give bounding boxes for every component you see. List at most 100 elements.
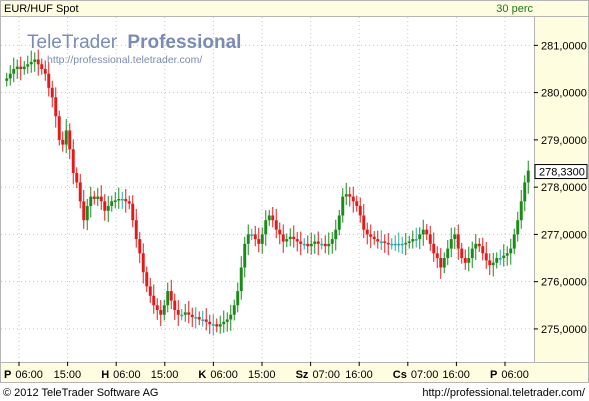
candle-body xyxy=(99,196,103,202)
candle-body xyxy=(33,59,37,62)
candle-body xyxy=(365,229,369,235)
candle-body xyxy=(239,267,243,292)
last-price-label: 278,3300 xyxy=(539,167,585,179)
x-tick-time: 15:00 xyxy=(54,369,82,381)
candle-body xyxy=(243,243,247,268)
candle-body xyxy=(470,248,474,259)
candle-body xyxy=(379,241,383,243)
candle-body xyxy=(47,73,51,88)
x-tick-label: Sz 07:00 xyxy=(296,369,340,381)
x-tick-time: 07:00 xyxy=(312,369,340,381)
x-tick-time: 16:00 xyxy=(442,369,470,381)
candle-body xyxy=(498,258,502,260)
candle-body xyxy=(113,200,117,202)
candle-body xyxy=(306,243,310,247)
x-tick-label: P 06:00 xyxy=(4,369,43,381)
candle-body xyxy=(141,253,145,273)
candle-body xyxy=(386,242,390,245)
chart-frame: EUR/HUF Spot 30 perc TeleTrader Professi… xyxy=(0,0,589,401)
x-tick-label: 16:00 xyxy=(345,369,373,381)
candle-body xyxy=(313,241,317,244)
candle-body xyxy=(456,234,460,249)
candle-body xyxy=(281,234,285,242)
candle-body xyxy=(257,239,261,244)
candle-body xyxy=(288,236,292,240)
watermark-title: TeleTrader Professional xyxy=(27,32,241,53)
candle-body xyxy=(362,215,366,230)
interval-label: 30 perc xyxy=(496,3,533,15)
candle-body xyxy=(295,239,299,242)
candle-body xyxy=(477,243,481,247)
candle-body xyxy=(267,215,271,221)
candle-body xyxy=(236,291,240,306)
candle-body xyxy=(488,260,492,266)
candle-body xyxy=(302,243,306,246)
x-tick-day: K xyxy=(198,369,206,381)
x-tick-day: H xyxy=(101,369,109,381)
candle-body xyxy=(145,272,149,287)
candle-body xyxy=(260,234,264,244)
candle-body xyxy=(173,300,177,311)
candle-body xyxy=(197,317,201,320)
x-tick-day: P xyxy=(4,369,11,381)
candle-body xyxy=(50,87,54,98)
candle-body xyxy=(264,220,268,235)
candle-body xyxy=(274,220,278,230)
candle-body xyxy=(85,206,89,221)
candle-body xyxy=(127,201,131,204)
candle-body xyxy=(176,310,180,315)
x-tick-label: P 06:00 xyxy=(490,369,529,381)
candle-body xyxy=(117,198,121,201)
candle-body xyxy=(292,236,296,240)
candle-body xyxy=(404,242,408,245)
candle-body xyxy=(246,234,250,244)
x-axis-panel[interactable] xyxy=(1,362,588,382)
candle-body xyxy=(166,291,170,306)
candle-body xyxy=(68,130,72,150)
candle-body xyxy=(5,78,9,81)
candle-body xyxy=(526,170,530,183)
candle-body xyxy=(372,236,376,240)
candle-body xyxy=(309,243,313,247)
candle-body xyxy=(215,324,219,327)
candle-body xyxy=(57,116,61,140)
instrument-title: EUR/HUF Spot xyxy=(4,3,79,15)
candle-body xyxy=(327,243,331,247)
candle-body xyxy=(190,314,194,318)
candle-body xyxy=(92,196,96,199)
candle-body xyxy=(502,255,506,259)
candle-body xyxy=(218,324,222,327)
candle-body xyxy=(358,206,362,216)
candle-body xyxy=(330,239,334,244)
candle-body xyxy=(393,243,397,246)
candle-body xyxy=(383,241,387,243)
candle-body xyxy=(61,139,65,145)
candle-body xyxy=(138,239,142,254)
candle-body xyxy=(299,241,303,244)
x-tick-time: 06:00 xyxy=(15,369,43,381)
candle-body xyxy=(229,314,233,320)
candle-body xyxy=(40,64,44,69)
candle-body xyxy=(414,239,418,241)
y-tick-label: 279,0000 xyxy=(541,135,587,147)
y-tick-label: 277,0000 xyxy=(541,229,587,241)
candle-body xyxy=(348,194,352,197)
x-tick-time: 07:00 xyxy=(411,369,439,381)
candle-body xyxy=(337,215,341,230)
candle-body xyxy=(82,201,86,221)
copyright-text: © 2012 TeleTrader Software AG xyxy=(3,387,158,399)
candle-body xyxy=(36,59,40,65)
candle-body xyxy=(474,243,478,249)
y-tick-label: 276,0000 xyxy=(541,277,587,289)
candle-body xyxy=(351,196,355,202)
candle-body xyxy=(344,194,348,197)
candle-body xyxy=(201,319,205,321)
candle-body xyxy=(8,73,12,79)
x-tick-time: 16:00 xyxy=(345,369,373,381)
candle-body xyxy=(26,64,30,67)
footer-url[interactable]: http://professional.teletrader.com/ xyxy=(422,387,586,399)
candle-body xyxy=(400,243,404,246)
candle-body xyxy=(152,295,156,306)
candle-body xyxy=(341,196,345,216)
candle-body xyxy=(204,319,208,322)
